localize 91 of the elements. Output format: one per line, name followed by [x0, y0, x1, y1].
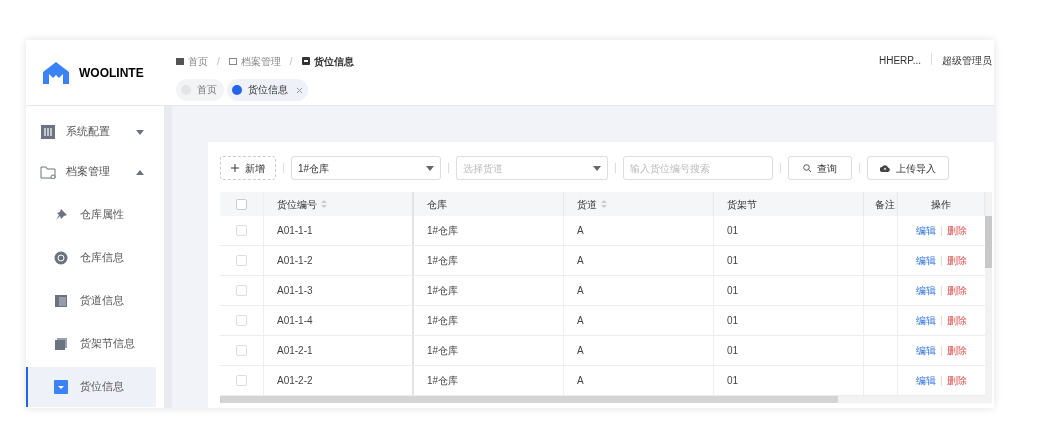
system-name[interactable]: HHERP...: [878, 53, 931, 68]
table-cell: 1#仓库: [414, 276, 564, 305]
delete-link[interactable]: 删除: [947, 343, 967, 358]
breadcrumb-item[interactable]: 档案管理: [240, 53, 281, 69]
import-button[interactable]: 上传导入: [867, 156, 949, 180]
caret-up-icon: [136, 169, 144, 175]
column-header: 备注: [864, 192, 898, 216]
breadcrumb-item[interactable]: 首页: [188, 53, 208, 69]
plus-icon: [231, 164, 239, 172]
query-button[interactable]: 查询: [788, 156, 852, 180]
upload-cloud-icon: [880, 164, 890, 172]
page-tab[interactable]: 货位信息: [227, 79, 308, 101]
table-cell: A01-1-1: [264, 216, 414, 245]
table-cell: A: [564, 366, 714, 395]
logo-icon: [43, 61, 69, 84]
breadcrumb-separator: /: [216, 54, 221, 69]
table-cell: A: [564, 276, 714, 305]
copy-icon: [54, 337, 68, 351]
sidebar-scrollbar[interactable]: [164, 106, 172, 408]
sidebar-item[interactable]: 仓库信息: [26, 238, 156, 278]
caret-down-icon: [136, 129, 144, 135]
table-cell: 01: [714, 366, 864, 395]
column-header[interactable]: 货架节: [714, 192, 864, 216]
table-cell: A: [564, 216, 714, 245]
delete-link[interactable]: 删除: [947, 283, 967, 298]
close-icon[interactable]: [296, 86, 303, 94]
row-checkbox[interactable]: [236, 255, 247, 266]
table-cell: 01: [714, 306, 864, 335]
edit-link[interactable]: 编辑: [916, 313, 936, 328]
table-cell: 1#仓库: [414, 216, 564, 245]
inbox-icon: [54, 380, 68, 394]
edit-link[interactable]: 编辑: [916, 253, 936, 268]
sliders-icon: [41, 125, 55, 139]
table-cell: 1#仓库: [414, 306, 564, 335]
table-cell: 01: [714, 246, 864, 275]
table-cell: A01-2-1: [264, 336, 414, 365]
warehouse-select[interactable]: 1#仓库: [291, 156, 441, 180]
table-cell: A: [564, 306, 714, 335]
table-cell: A01-1-4: [264, 306, 414, 335]
column-header[interactable]: 货道: [564, 192, 714, 216]
table-cell: 1#仓库: [414, 246, 564, 275]
table-cell: A: [564, 336, 714, 365]
table-cell: 1#仓库: [414, 336, 564, 365]
layout-icon: [54, 294, 68, 308]
folder-icon: [40, 165, 56, 179]
delete-link[interactable]: 删除: [947, 223, 967, 238]
folder-icon: [228, 57, 237, 65]
edit-link[interactable]: 编辑: [916, 373, 936, 388]
select-all-checkbox[interactable]: [236, 198, 247, 210]
breadcrumb-separator: /: [288, 54, 294, 69]
column-header[interactable]: 货位编号: [264, 192, 414, 216]
row-checkbox[interactable]: [236, 375, 247, 386]
vertical-scrollbar[interactable]: [985, 192, 992, 403]
sidebar-item[interactable]: 货架节信息: [26, 324, 156, 364]
sidebar-item[interactable]: 仓库属性: [26, 195, 156, 235]
page-tab[interactable]: 首页: [176, 79, 224, 101]
row-checkbox[interactable]: [236, 345, 247, 356]
search-field[interactable]: 输入货位编号搜索: [623, 156, 773, 180]
column-header[interactable]: 仓库: [414, 192, 564, 216]
table-cell: 01: [714, 276, 864, 305]
pin-icon: [54, 208, 68, 222]
sidebar-item[interactable]: 货位信息: [26, 367, 156, 407]
delete-link[interactable]: 删除: [947, 313, 967, 328]
edit-link[interactable]: 编辑: [916, 223, 936, 238]
sidebar-item[interactable]: 货道信息: [26, 281, 156, 321]
delete-link[interactable]: 删除: [947, 253, 967, 268]
sidebar-group[interactable]: 系统配置: [26, 112, 164, 152]
edit-link[interactable]: 编辑: [916, 283, 936, 298]
sidebar-group[interactable]: 档案管理: [26, 152, 164, 192]
table-cell: 01: [714, 216, 864, 245]
user-name[interactable]: 超级管理员: [932, 53, 992, 68]
edit-link[interactable]: 编辑: [916, 343, 936, 358]
delete-link[interactable]: 删除: [947, 373, 967, 388]
caret-down-icon: [593, 165, 601, 171]
box-icon: [301, 57, 310, 65]
table-cell: A01-1-3: [264, 276, 414, 305]
table-cell: 1#仓库: [414, 366, 564, 395]
dial-icon: [54, 251, 68, 265]
add-button[interactable]: 新增: [220, 156, 276, 180]
caret-down-icon: [426, 165, 434, 171]
row-checkbox[interactable]: [236, 225, 247, 236]
chart-icon: [176, 57, 184, 65]
row-checkbox[interactable]: [236, 315, 247, 326]
table-cell: 01: [714, 336, 864, 365]
row-checkbox[interactable]: [236, 285, 247, 296]
search-icon: [803, 164, 811, 172]
table-cell: A: [564, 246, 714, 275]
breadcrumb-item: 货位信息: [313, 54, 354, 69]
table-cell: A01-1-2: [264, 246, 414, 275]
horizontal-scrollbar[interactable]: [220, 396, 985, 403]
logo-text: WOOLINTE: [79, 64, 144, 82]
